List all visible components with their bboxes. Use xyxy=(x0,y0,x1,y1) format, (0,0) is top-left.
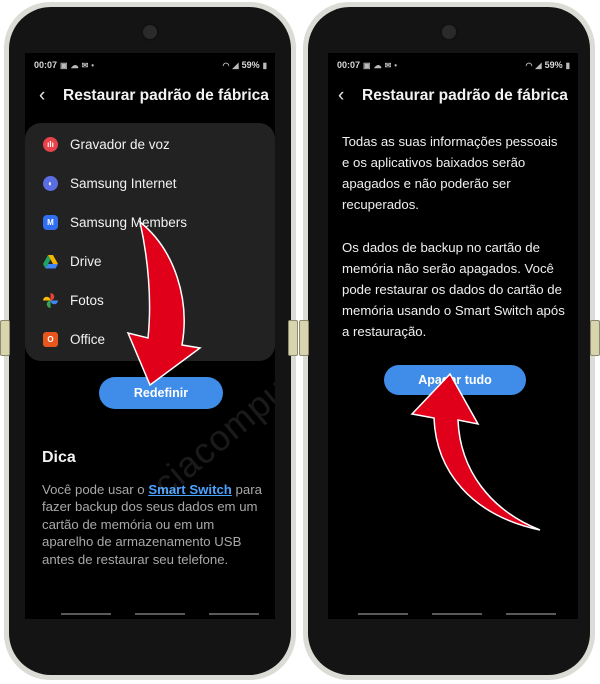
list-item: ılı Gravador de voz xyxy=(25,125,275,164)
gallery-icon: ▣ xyxy=(363,60,371,70)
wifi-icon: ◠ xyxy=(222,60,230,70)
list-item: Fotos xyxy=(25,281,275,320)
back-arrow-icon[interactable]: ‹ xyxy=(338,85,362,107)
tip-text: Você pode usar o Smart Switch para fazer… xyxy=(42,481,264,568)
status-bar: 00:07 ▣ ☁ ✉ • ◠ ◢ 59% ▮ xyxy=(328,53,578,77)
google-drive-icon xyxy=(43,254,58,269)
right-hinge xyxy=(590,320,600,356)
page-title: Restaurar padrão de fábrica xyxy=(362,87,568,104)
app-name: Samsung Members xyxy=(70,215,188,230)
mail-icon: ✉ xyxy=(384,60,392,70)
dot-icon: • xyxy=(394,60,398,70)
battery-percent: 59% xyxy=(241,60,260,70)
app-name: Gravador de voz xyxy=(70,137,170,152)
status-time: 00:07 xyxy=(34,60,58,70)
cloud-icon: ☁ xyxy=(70,60,79,70)
smart-switch-link[interactable]: Smart Switch xyxy=(148,482,232,497)
navigation-bar xyxy=(328,609,578,619)
list-item: O Office xyxy=(25,320,275,359)
mail-icon: ✉ xyxy=(81,60,89,70)
samsung-internet-icon: ◐ xyxy=(43,176,58,191)
cloud-icon: ☁ xyxy=(373,60,382,70)
nav-recent-button[interactable] xyxy=(358,613,408,615)
left-phone-body: 00:07 ▣ ☁ ✉ • ◠ ◢ 59% ▮ ‹ Restaurar padr… xyxy=(9,7,291,675)
app-name: Drive xyxy=(70,254,102,269)
dot-icon: • xyxy=(91,60,95,70)
right-screen: 00:07 ▣ ☁ ✉ • ◠ ◢ 59% ▮ ‹ Restaurar padr… xyxy=(328,53,578,619)
warning-paragraph: Todas as suas informações pessoais e os … xyxy=(342,134,558,212)
left-screen: 00:07 ▣ ☁ ✉ • ◠ ◢ 59% ▮ ‹ Restaurar padr… xyxy=(25,53,275,619)
tip-title: Dica xyxy=(42,449,76,466)
right-phone-body: 00:07 ▣ ☁ ✉ • ◠ ◢ 59% ▮ ‹ Restaurar padr… xyxy=(308,7,590,675)
app-name: Fotos xyxy=(70,293,104,308)
front-camera-icon xyxy=(440,23,458,41)
left-phone: 00:07 ▣ ☁ ✉ • ◠ ◢ 59% ▮ ‹ Restaurar padr… xyxy=(4,2,296,680)
wifi-icon: ◠ xyxy=(525,60,533,70)
list-item: Drive xyxy=(25,242,275,281)
voice-recorder-icon: ılı xyxy=(43,137,58,152)
status-bar: 00:07 ▣ ☁ ✉ • ◠ ◢ 59% ▮ xyxy=(25,53,275,77)
front-camera-icon xyxy=(141,23,159,41)
status-time: 00:07 xyxy=(337,60,361,70)
list-item: M Samsung Members xyxy=(25,203,275,242)
nav-back-button[interactable] xyxy=(209,613,259,615)
tip-text-before: Você pode usar o xyxy=(42,482,149,497)
reset-button[interactable]: Redefinir xyxy=(99,377,223,409)
back-arrow-icon[interactable]: ‹ xyxy=(39,85,63,107)
battery-icon: ▮ xyxy=(565,60,570,70)
battery-icon: ▮ xyxy=(262,60,267,70)
page-header: ‹ Restaurar padrão de fábrica xyxy=(328,77,578,115)
samsung-members-icon: M xyxy=(43,215,58,230)
backup-info-paragraph: Os dados de backup no cartão de memória … xyxy=(342,240,565,339)
page-header: ‹ Restaurar padrão de fábrica xyxy=(25,77,275,115)
app-list: ılı Gravador de voz ◐ Samsung Internet M… xyxy=(25,123,275,361)
nav-back-button[interactable] xyxy=(506,613,556,615)
nav-recent-button[interactable] xyxy=(61,613,111,615)
nav-home-button[interactable] xyxy=(432,613,482,615)
signal-icon: ◢ xyxy=(232,60,239,70)
right-phone: 00:07 ▣ ☁ ✉ • ◠ ◢ 59% ▮ ‹ Restaurar padr… xyxy=(303,2,595,680)
battery-percent: 59% xyxy=(544,60,563,70)
app-name: Office xyxy=(70,332,106,347)
left-hinge xyxy=(0,320,10,356)
erase-all-button[interactable]: Apagar tudo xyxy=(384,365,526,395)
google-photos-icon xyxy=(43,293,58,308)
nav-home-button[interactable] xyxy=(135,613,185,615)
gallery-icon: ▣ xyxy=(60,60,68,70)
right-hinge-left xyxy=(299,320,309,356)
page-title: Restaurar padrão de fábrica xyxy=(63,87,269,104)
app-name: Samsung Internet xyxy=(70,176,177,191)
left-hinge-right xyxy=(288,320,298,356)
navigation-bar xyxy=(25,609,275,619)
signal-icon: ◢ xyxy=(535,60,542,70)
list-item: ◐ Samsung Internet xyxy=(25,164,275,203)
office-icon: O xyxy=(43,332,58,347)
